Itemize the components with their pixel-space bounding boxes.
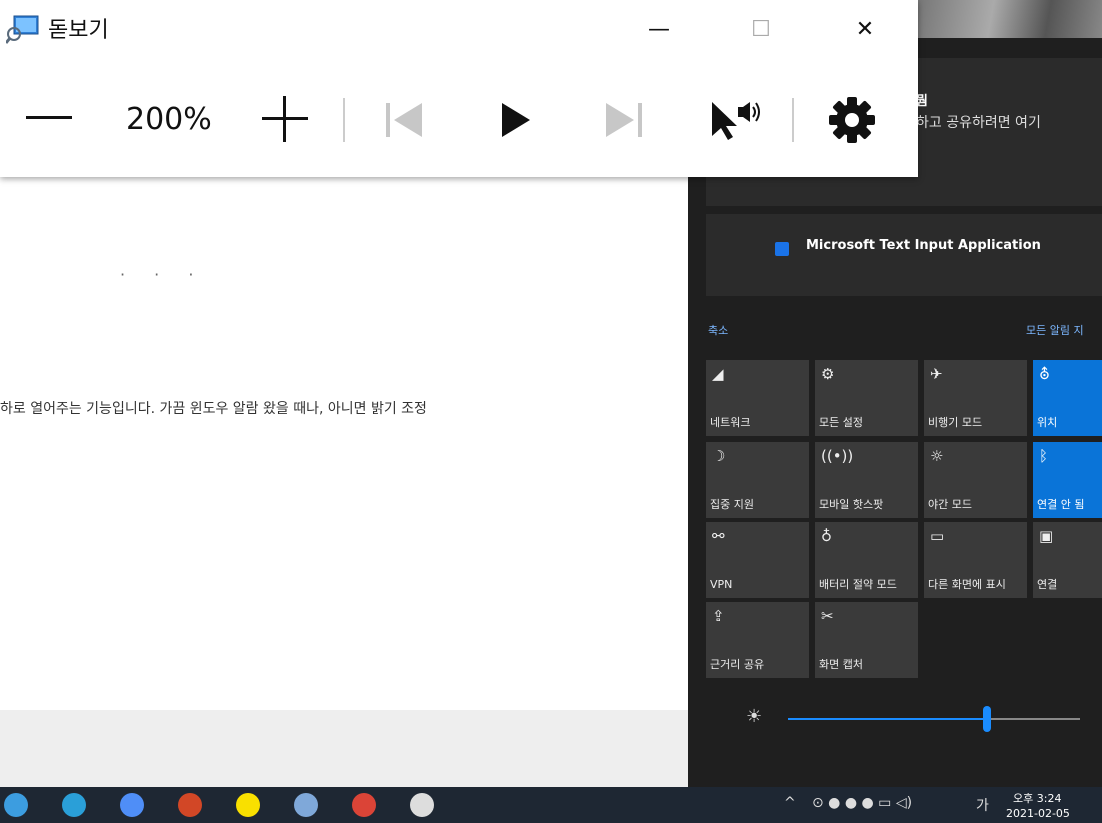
project-icon: ▭ [930, 527, 945, 545]
tile-moon[interactable]: ☽ 집중 지원 [706, 442, 809, 518]
maximize-button[interactable]: ☐ [716, 0, 806, 58]
brightness-slider-fill [788, 718, 987, 720]
tile-gear[interactable]: ⚙ 모든 설정 [815, 360, 918, 436]
settings-gear-icon[interactable] [828, 96, 876, 144]
powerpoint-app-icon[interactable] [178, 793, 202, 817]
hotspot-icon: ((•)) [821, 447, 854, 465]
network-icon: ◢ [712, 365, 724, 383]
screen-snip-icon: ✂ [821, 607, 834, 625]
tile-screen-snip[interactable]: ✂ 화면 캡처 [815, 602, 918, 678]
brightness-icon: ☀ [746, 706, 763, 727]
window-title: 돋보기 [48, 18, 109, 43]
zoom-out-button[interactable] [26, 102, 72, 132]
document-ellipsis: · · · [120, 265, 206, 284]
tile-nearby-share[interactable]: ⇪ 근거리 공유 [706, 602, 809, 678]
notes-app-icon[interactable] [120, 793, 144, 817]
magnifier-app-icon [6, 15, 39, 44]
tile-network[interactable]: ◢ 네트워크 [706, 360, 809, 436]
night-light-icon: ☼ [930, 447, 944, 465]
tile-label: 야간 모드 [928, 498, 972, 511]
tile-label: 연결 안 됨 [1037, 498, 1085, 511]
collapse-button[interactable]: 축소 [708, 322, 728, 338]
tile-label: 배터리 절약 모드 [819, 578, 897, 591]
brightness-slider-thumb[interactable] [982, 706, 991, 732]
gear-icon: ⚙ [821, 365, 835, 383]
all-notifications-button[interactable]: 모든 알림 지 [1026, 322, 1084, 338]
close-button[interactable]: ✕ [820, 0, 910, 58]
chevron-up-icon[interactable]: ^ [784, 795, 796, 811]
tray-icons[interactable]: ⊙ ● ● ● ▭ ◁) [812, 795, 912, 811]
tile-label: 네트워크 [710, 416, 751, 429]
tile-connect[interactable]: ▣ 연결 [1033, 522, 1102, 598]
document-text: 하로 열어주는 기능입니다. 가끔 윈도우 알람 왔을 때나, 아니면 밝기 조… [0, 401, 427, 417]
app-notification-label: Microsoft Text Input Application [806, 238, 1041, 253]
moon-icon: ☽ [712, 447, 726, 465]
tile-label: 모든 설정 [819, 416, 863, 429]
background-photo [918, 0, 1102, 38]
notification-divider [706, 280, 1102, 296]
airplane-icon: ✈ [930, 365, 943, 383]
tile-label: 비행기 모드 [928, 416, 983, 429]
brightness-slider[interactable] [788, 706, 1080, 732]
edge-app-icon[interactable] [62, 793, 86, 817]
tile-project[interactable]: ▭ 다른 화면에 표시 [924, 522, 1027, 598]
read-from-here-button[interactable] [708, 98, 762, 142]
tile-label: VPN [710, 578, 733, 591]
toolbar-divider [343, 98, 345, 142]
next-paragraph-button[interactable] [604, 100, 644, 140]
bluetooth-icon: ᛒ [1039, 447, 1049, 465]
tile-vpn[interactable]: ⚯ VPN [706, 522, 809, 598]
tile-label: 화면 캡처 [819, 658, 863, 671]
clock-date[interactable]: 2021-02-05 [1006, 807, 1070, 820]
tile-label: 위치 [1037, 416, 1058, 429]
app-notification[interactable]: Microsoft Text Input Application [706, 214, 1102, 290]
magnifier-window: 돋보기 — ☐ ✕ 200% [0, 0, 918, 177]
zoom-in-button[interactable] [262, 96, 308, 142]
tile-bluetooth[interactable]: ᛒ 연결 안 됨 [1033, 442, 1102, 518]
connect-icon: ▣ [1039, 527, 1054, 545]
document-footer-area [0, 710, 688, 787]
tile-night-light[interactable]: ☼ 야간 모드 [924, 442, 1027, 518]
tile-label: 연결 [1037, 578, 1058, 591]
toolbar-divider [792, 98, 794, 142]
tile-hotspot[interactable]: ((•)) 모바일 핫스팟 [815, 442, 918, 518]
tile-battery-saver[interactable]: ♁ 배터리 절약 모드 [815, 522, 918, 598]
battery-saver-icon: ♁ [821, 527, 832, 545]
previous-paragraph-button[interactable] [384, 100, 424, 140]
nearby-share-icon: ⇪ [712, 607, 725, 625]
tile-label: 다른 화면에 표시 [928, 578, 1006, 591]
chrome-app-icon-2[interactable] [352, 793, 376, 817]
tile-label: 모바일 핫스팟 [819, 498, 884, 511]
settings-app-icon[interactable] [410, 793, 434, 817]
text-input-app-icon [775, 242, 789, 256]
kakaotalk-app-icon[interactable] [236, 793, 260, 817]
chrome-app-icon[interactable] [4, 793, 28, 817]
taskbar: ^ ⊙ ● ● ● ▭ ◁) 가 오후 3:24 2021-02-05 [0, 787, 1102, 823]
tile-label: 집중 지원 [710, 498, 754, 511]
tile-location[interactable]: ⛢ 위치 [1033, 360, 1102, 436]
ime-indicator[interactable]: 가 [976, 795, 989, 815]
tile-airplane[interactable]: ✈ 비행기 모드 [924, 360, 1027, 436]
location-icon: ⛢ [1039, 365, 1050, 383]
clock-time[interactable]: 오후 3:24 [1013, 790, 1061, 806]
zoom-level: 200% [126, 102, 212, 137]
minimize-button[interactable]: — [614, 0, 704, 58]
notification-text: 하고 공유하려면 여기 [916, 115, 1041, 131]
play-button[interactable] [498, 100, 538, 140]
pen-app-icon[interactable] [294, 793, 318, 817]
vpn-icon: ⚯ [712, 527, 725, 545]
tile-label: 근거리 공유 [710, 658, 765, 671]
